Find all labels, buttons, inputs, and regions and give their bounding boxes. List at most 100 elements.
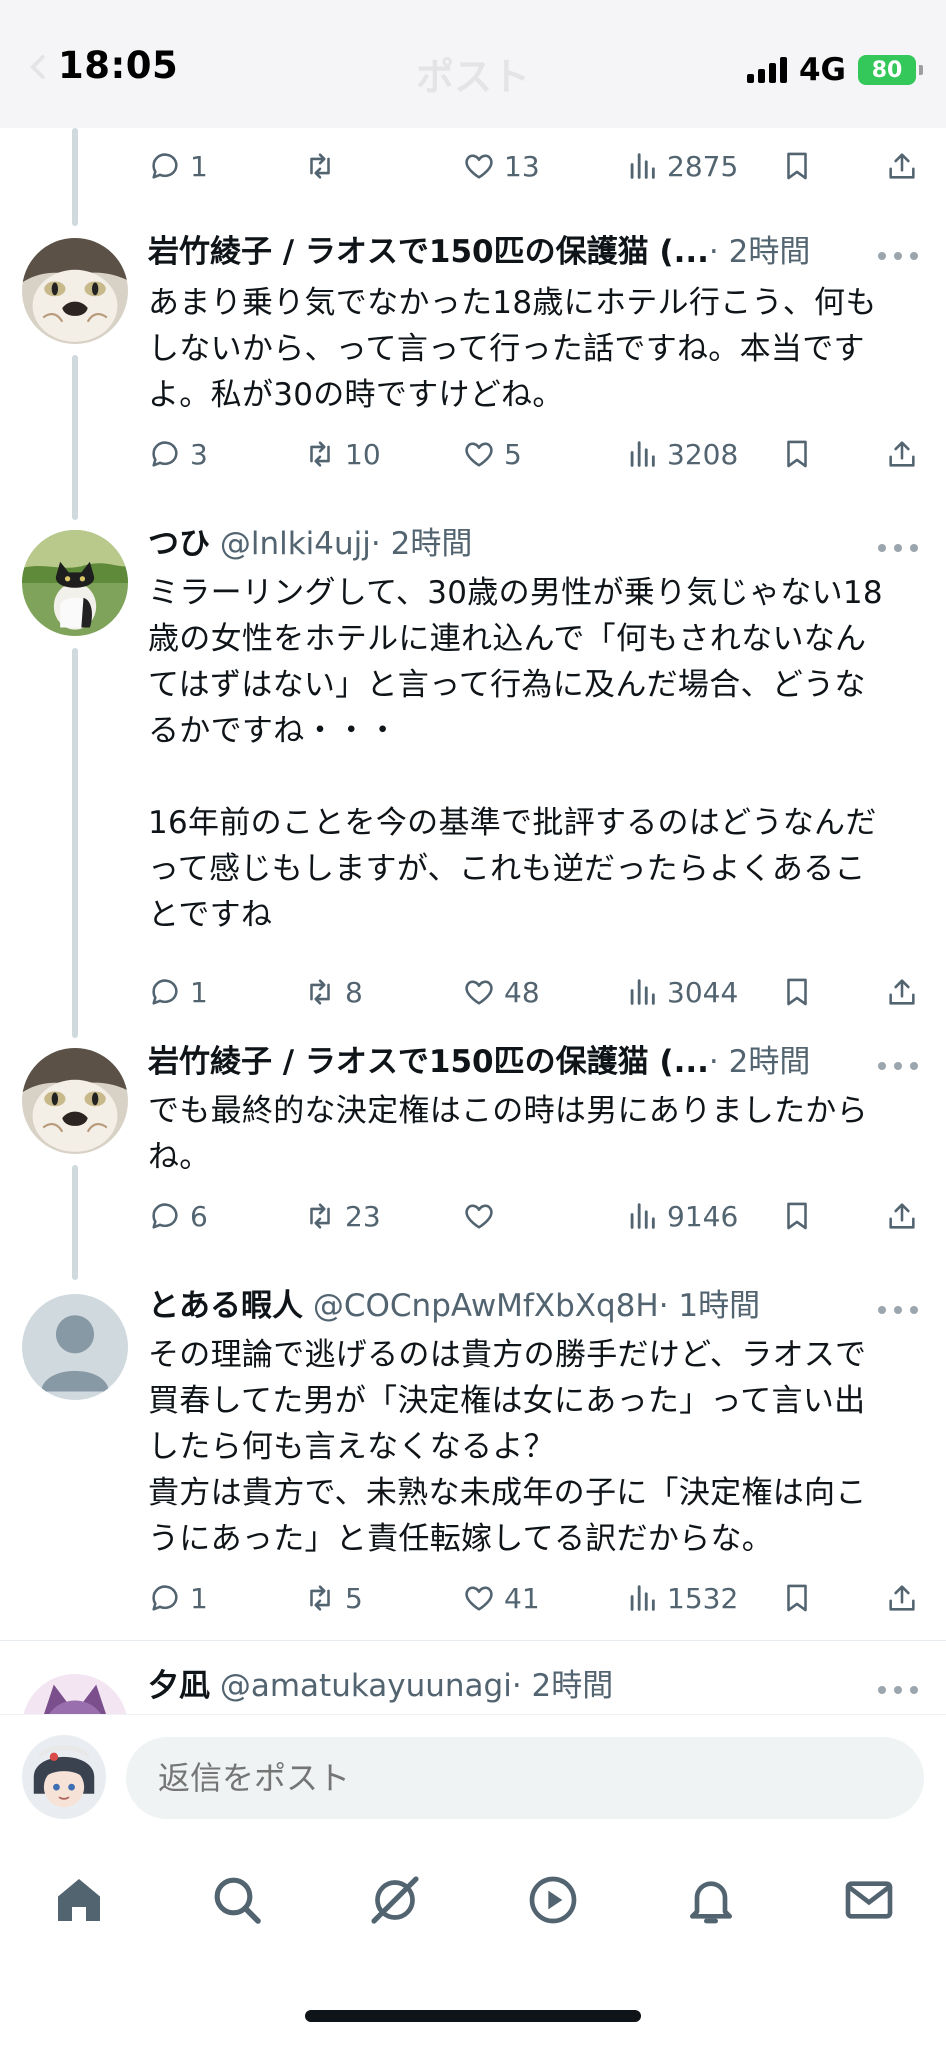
battery-icon: 80 bbox=[858, 55, 923, 85]
retweet-button[interactable]: 8 bbox=[303, 972, 363, 1012]
anime-avatar-image bbox=[22, 1735, 106, 1819]
grok-icon bbox=[371, 1876, 419, 1924]
section-divider bbox=[0, 1640, 946, 1641]
retweet-icon bbox=[310, 441, 330, 467]
post-text: でも最終的な決定権はこの時は男にありましたからね。 bbox=[148, 1093, 868, 1175]
my-avatar[interactable] bbox=[22, 1735, 106, 1819]
display-name[interactable]: 岩竹綾子 / ラオスで150匹の保護猫 (... bbox=[148, 234, 709, 270]
reply-icon bbox=[152, 1585, 178, 1611]
anime-avatar-image bbox=[22, 1674, 128, 1714]
like-button[interactable]: 5 bbox=[462, 434, 522, 474]
tab-search[interactable] bbox=[207, 1870, 267, 1930]
tab-messages[interactable] bbox=[839, 1870, 899, 1930]
views-button[interactable]: 9146 bbox=[625, 1196, 738, 1236]
handle[interactable]: @amatukayuunagi bbox=[220, 1668, 512, 1704]
handle[interactable]: @lnlki4ujj bbox=[220, 526, 371, 562]
avatar[interactable] bbox=[22, 1294, 128, 1400]
reply-post[interactable]: 夕凪 @amatukayuunagi· 2時間 bbox=[0, 1664, 946, 1714]
bookmark-button[interactable] bbox=[780, 1196, 814, 1236]
display-name[interactable]: つひ bbox=[148, 526, 210, 562]
heart-icon bbox=[465, 980, 493, 1005]
more-icon[interactable] bbox=[878, 1306, 918, 1316]
post-time: · 2時間 bbox=[511, 1668, 614, 1704]
bookmark-button[interactable] bbox=[780, 1578, 814, 1618]
reply-icon bbox=[152, 1203, 178, 1229]
status-indicators: 4G 80 bbox=[746, 50, 923, 90]
avatar[interactable] bbox=[22, 238, 128, 344]
bookmark-button[interactable] bbox=[780, 434, 814, 474]
display-name[interactable]: 夕凪 bbox=[148, 1668, 210, 1704]
bottom-tab-bar bbox=[0, 1830, 946, 2048]
play-icon bbox=[529, 1876, 577, 1924]
reply-composer bbox=[0, 1714, 946, 1830]
post-header: とある暇人 @COCnpAwMfXbXq8H· 1時間 bbox=[148, 1286, 760, 1326]
default-avatar-icon bbox=[22, 1294, 128, 1400]
like-button[interactable]: 48 bbox=[462, 972, 540, 1012]
handle[interactable]: @COCnpAwMfXbXq8H bbox=[313, 1288, 659, 1324]
retweet-button[interactable]: 10 bbox=[303, 434, 381, 474]
reply-button[interactable]: 3 bbox=[148, 434, 208, 474]
like-button[interactable]: 13 bbox=[462, 146, 540, 186]
tab-video[interactable] bbox=[523, 1870, 583, 1930]
share-icon bbox=[889, 441, 915, 467]
retweet-button[interactable] bbox=[303, 146, 345, 186]
share-button[interactable] bbox=[885, 972, 919, 1012]
reply-button[interactable]: 6 bbox=[148, 1196, 208, 1236]
share-button[interactable] bbox=[885, 1578, 919, 1618]
post-header: 夕凪 @amatukayuunagi· 2時間 bbox=[148, 1666, 613, 1706]
avatar[interactable] bbox=[22, 530, 128, 636]
views-button[interactable]: 3208 bbox=[625, 434, 738, 474]
bookmark-button[interactable] bbox=[780, 972, 814, 1012]
reply-button[interactable]: 1 bbox=[148, 146, 208, 186]
post-header: 岩竹綾子 / ラオスで150匹の保護猫 (...· 2時間 bbox=[148, 1042, 810, 1082]
views-button[interactable]: 2875 bbox=[625, 146, 738, 186]
views-icon bbox=[630, 1203, 655, 1229]
share-icon bbox=[889, 1585, 915, 1611]
like-button[interactable]: 41 bbox=[462, 1578, 540, 1618]
share-button[interactable] bbox=[885, 434, 919, 474]
reply-input[interactable] bbox=[126, 1737, 924, 1819]
tab-notifications[interactable] bbox=[681, 1870, 741, 1930]
like-button[interactable] bbox=[462, 1196, 504, 1236]
share-icon bbox=[889, 153, 915, 179]
tab-home[interactable] bbox=[49, 1870, 109, 1930]
reply-button[interactable]: 1 bbox=[148, 1578, 208, 1618]
bookmark-icon bbox=[787, 1202, 807, 1230]
avatar[interactable] bbox=[22, 1048, 128, 1154]
post-time: · 2時間 bbox=[708, 1044, 811, 1080]
views-button[interactable]: 1532 bbox=[625, 1578, 738, 1618]
bookmark-icon bbox=[787, 152, 807, 180]
reply-button[interactable]: 1 bbox=[148, 972, 208, 1012]
share-button[interactable] bbox=[885, 146, 919, 186]
display-name[interactable]: 岩竹綾子 / ラオスで150匹の保護猫 (... bbox=[148, 1044, 709, 1080]
post-text: その理論で逃げるのは貴方の勝手だけど、ラオスで買春してた男が「決定権は女にあった… bbox=[148, 1337, 867, 1557]
views-icon bbox=[630, 153, 655, 179]
share-button[interactable] bbox=[885, 1196, 919, 1236]
bookmark-button[interactable] bbox=[780, 146, 814, 186]
avatar[interactable] bbox=[22, 1674, 128, 1714]
heart-icon bbox=[465, 1204, 493, 1229]
retweet-button[interactable]: 23 bbox=[303, 1196, 381, 1236]
display-name[interactable]: とある暇人 bbox=[148, 1288, 303, 1324]
network-label: 4G bbox=[798, 52, 846, 88]
retweet-button[interactable]: 5 bbox=[303, 1578, 363, 1618]
cat-avatar-image bbox=[22, 1048, 128, 1154]
tab-grok[interactable] bbox=[365, 1870, 425, 1930]
reply-icon bbox=[152, 441, 178, 467]
post-header: つひ @lnlki4ujj· 2時間 bbox=[148, 524, 472, 564]
more-icon[interactable] bbox=[878, 1686, 918, 1696]
reply-icon bbox=[152, 979, 178, 1005]
cat-avatar-image bbox=[22, 530, 128, 636]
home-icon bbox=[58, 1879, 100, 1921]
status-bar: 18:05 ポスト 4G 80 bbox=[0, 0, 946, 128]
more-icon[interactable] bbox=[878, 1062, 918, 1072]
heart-icon bbox=[465, 442, 493, 467]
home-indicator bbox=[305, 2010, 641, 2022]
more-icon[interactable] bbox=[878, 544, 918, 554]
prev-post-actions: 1 13 2875 bbox=[0, 146, 946, 186]
more-icon[interactable] bbox=[878, 252, 918, 262]
post-time: · 2時間 bbox=[370, 526, 473, 562]
views-button[interactable]: 3044 bbox=[625, 972, 738, 1012]
bookmark-icon bbox=[787, 440, 807, 468]
post-actions: 1 5 41 1532 bbox=[0, 1578, 946, 1618]
